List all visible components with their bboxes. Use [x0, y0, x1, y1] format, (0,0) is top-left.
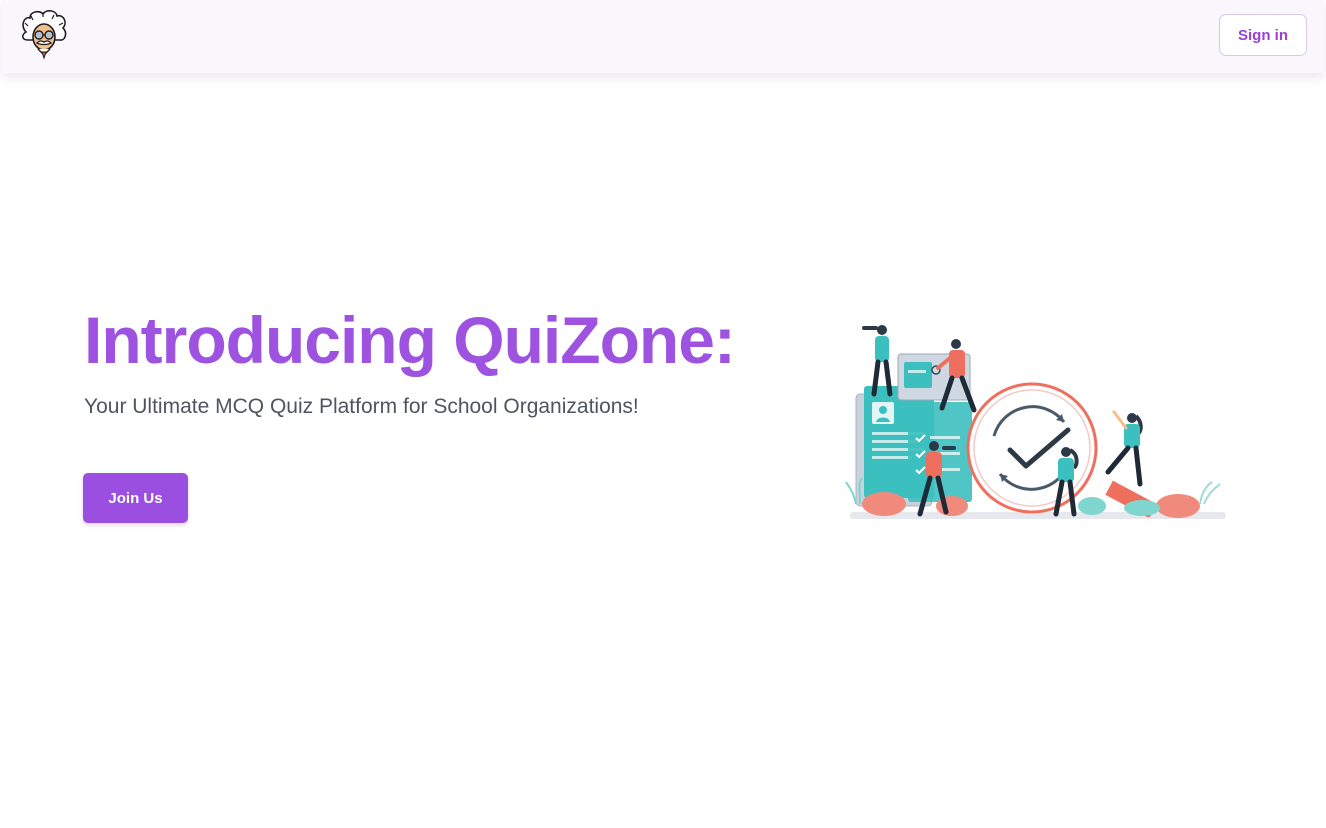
hero-title: Introducing QuiZone: — [84, 303, 736, 377]
sign-in-button[interactable]: Sign in — [1219, 14, 1307, 56]
join-us-button[interactable]: Join Us — [83, 473, 188, 523]
quiz-illustration-icon — [842, 318, 1230, 526]
einstein-logo-icon[interactable] — [18, 8, 70, 60]
navbar: Sign in — [2, 0, 1324, 73]
hero-subtitle: Your Ultimate MCQ Quiz Platform for Scho… — [84, 395, 639, 418]
